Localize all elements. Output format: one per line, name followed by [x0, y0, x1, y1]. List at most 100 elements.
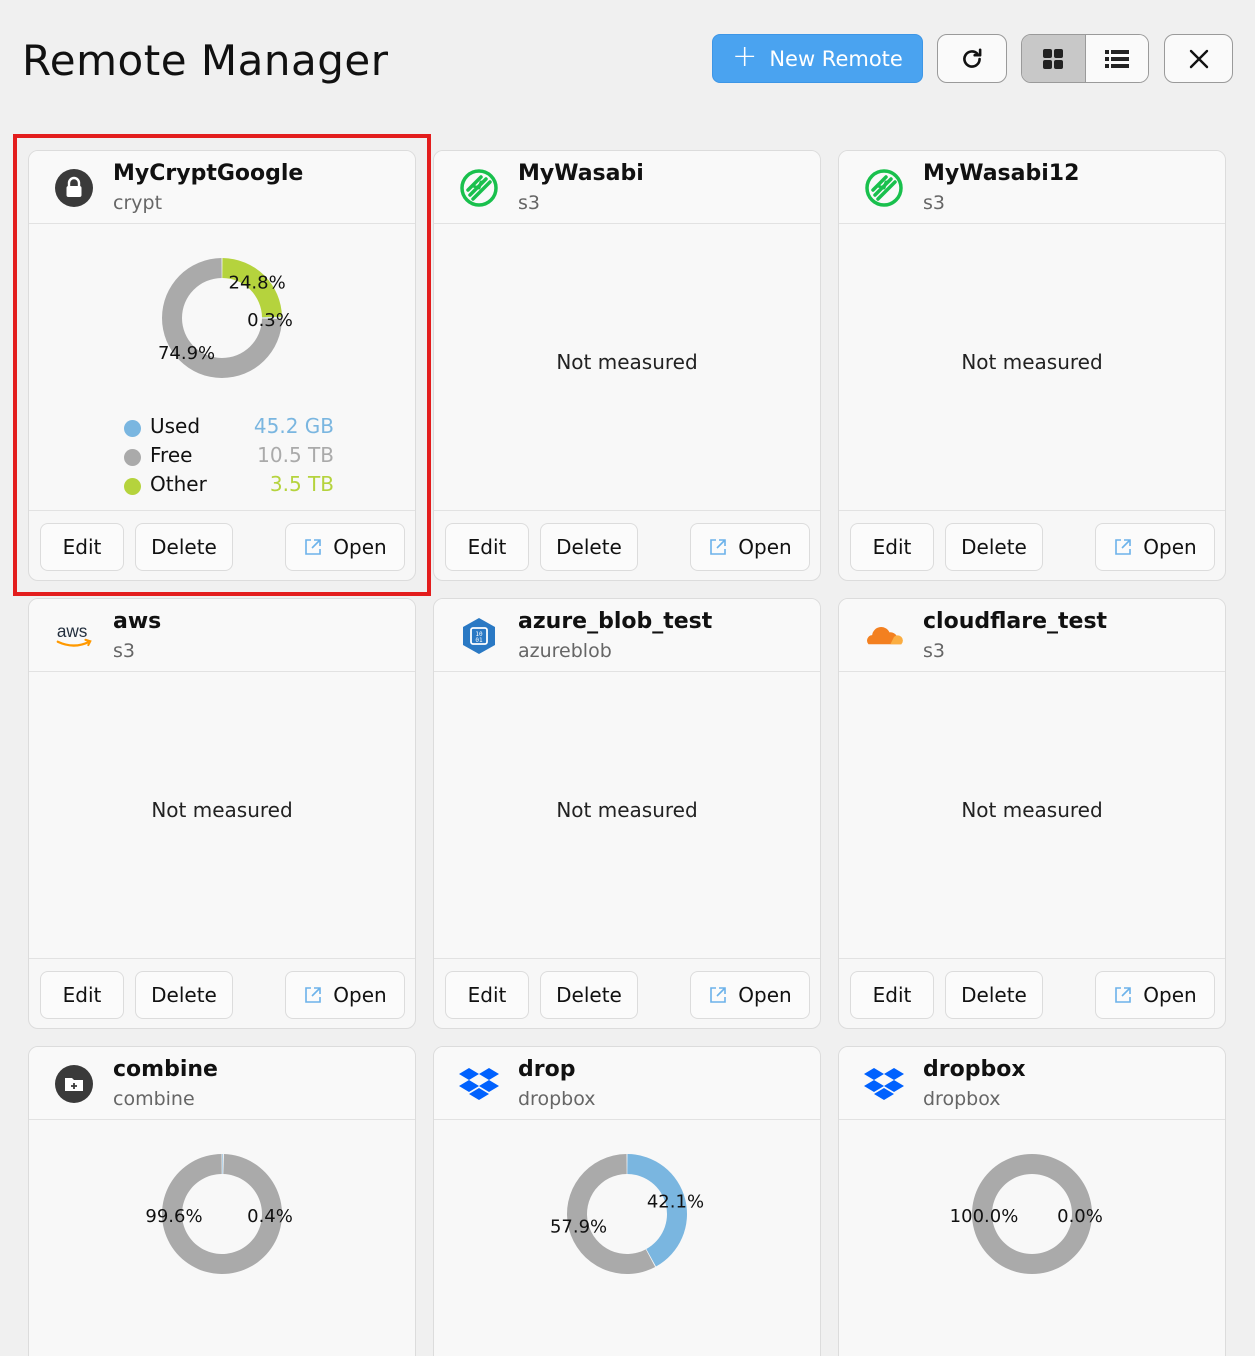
legend-dot-used: [124, 420, 141, 437]
donut-slice-used: [222, 1154, 224, 1175]
card-body: 0.3% 74.9% 24.8% Used 45.2 GB Free 10.5 TB…: [29, 224, 415, 511]
card-footer: Edit Delete Open: [839, 511, 1225, 580]
open-label: Open: [333, 983, 387, 1007]
remote-name: MyWasabi: [518, 161, 644, 186]
card-header: MyWasabi s3: [434, 151, 820, 224]
remote-card: combine combine 0.4% 99.6%: [28, 1046, 416, 1356]
donut-label-free: 74.9%: [158, 343, 215, 364]
open-label: Open: [1143, 535, 1197, 559]
open-button[interactable]: Open: [1095, 523, 1215, 571]
card-footer: Edit Delete Open: [839, 959, 1225, 1028]
edit-button[interactable]: Edit: [40, 971, 124, 1019]
donut-label-free: 100.0%: [950, 1206, 1019, 1227]
new-remote-button[interactable]: + New Remote: [712, 34, 923, 83]
refresh-icon: [963, 47, 982, 68]
edit-button[interactable]: Edit: [40, 523, 124, 571]
azure-blob-icon: 10 01: [458, 615, 500, 657]
legend-dot-free: [124, 449, 141, 466]
card-body: 0.0% 100.0%: [839, 1120, 1225, 1356]
edit-button[interactable]: Edit: [850, 523, 934, 571]
open-button[interactable]: Open: [690, 523, 810, 571]
card-header: aws aws s3: [29, 599, 415, 672]
legend-row-used: Used 45.2 GB: [124, 414, 334, 443]
remote-card: dropbox dropbox 0.0% 100.0%: [838, 1046, 1226, 1356]
remote-type: combine: [113, 1088, 195, 1110]
new-remote-label: New Remote: [769, 46, 903, 71]
remote-type: azureblob: [518, 640, 612, 662]
folder-add-icon: [53, 1063, 95, 1105]
remote-type: s3: [923, 192, 945, 214]
open-button[interactable]: Open: [285, 523, 405, 571]
not-measured-label: Not measured: [961, 350, 1103, 374]
edit-button[interactable]: Edit: [445, 971, 529, 1019]
usage-donut-chart: 0.0% 100.0%: [950, 1154, 1103, 1274]
donut-label-used: 42.1%: [647, 1192, 704, 1213]
legend-value: 3.5 TB: [269, 472, 334, 496]
card-header: MyWasabi12 s3: [839, 151, 1225, 224]
external-link-icon: [1115, 987, 1132, 1003]
external-link-icon: [1115, 539, 1132, 555]
close-button[interactable]: [1164, 34, 1233, 83]
remote-type: crypt: [113, 192, 163, 214]
delete-button[interactable]: Delete: [135, 523, 233, 571]
view-toggle: [1021, 34, 1149, 83]
remote-card: cloudflare_test s3 Not measured Edit Del…: [838, 598, 1226, 1029]
remote-name: cloudflare_test: [923, 609, 1108, 634]
close-icon: [1189, 49, 1208, 68]
usage-donut-chart: 0.3% 74.9% 24.8%: [158, 258, 293, 378]
page-title: Remote Manager: [22, 36, 389, 85]
card-body: Not measured: [839, 224, 1225, 511]
delete-button[interactable]: Delete: [135, 971, 233, 1019]
legend-row-free: Free 10.5 TB: [124, 443, 334, 472]
donut-label-used: 0.0%: [1057, 1206, 1103, 1227]
delete-button[interactable]: Delete: [945, 523, 1043, 571]
wasabi-icon: [458, 167, 500, 209]
remote-card: MyWasabi12 s3 Not measured Edit Delete O…: [838, 150, 1226, 581]
remote-name: combine: [113, 1057, 218, 1082]
open-button[interactable]: Open: [1095, 971, 1215, 1019]
grid-view-button[interactable]: [1022, 35, 1086, 82]
donut-label-free: 99.6%: [145, 1206, 202, 1227]
open-label: Open: [1143, 983, 1197, 1007]
open-button[interactable]: Open: [690, 971, 810, 1019]
card-footer: Edit Delete Open: [29, 959, 415, 1028]
grid-icon: [1043, 48, 1064, 69]
delete-button[interactable]: Delete: [540, 971, 638, 1019]
card-body: 0.4% 99.6%: [29, 1120, 415, 1356]
legend-dot-other: [124, 478, 141, 495]
external-link-icon: [305, 539, 322, 555]
card-header: combine combine: [29, 1047, 415, 1120]
remote-name: azure_blob_test: [518, 609, 713, 634]
dropbox-icon: [863, 1063, 905, 1105]
card-header: 10 01 azure_blob_test azureblob: [434, 599, 820, 672]
open-label: Open: [333, 535, 387, 559]
remote-name: MyCryptGoogle: [113, 161, 304, 186]
aws-icon: aws: [53, 615, 95, 657]
card-footer: Edit Delete Open: [29, 511, 415, 580]
edit-button[interactable]: Edit: [445, 523, 529, 571]
list-view-button[interactable]: [1085, 35, 1148, 82]
not-measured-label: Not measured: [961, 798, 1103, 822]
donut-label-other: 24.8%: [229, 272, 286, 293]
wasabi-icon: [863, 167, 905, 209]
delete-button[interactable]: Delete: [945, 971, 1043, 1019]
remote-type: dropbox: [518, 1088, 596, 1110]
card-header: drop dropbox: [434, 1047, 820, 1120]
open-label: Open: [738, 535, 792, 559]
delete-button[interactable]: Delete: [540, 523, 638, 571]
not-measured-label: Not measured: [556, 350, 698, 374]
usage-legend: Used 45.2 GB Free 10.5 TB Other 3.5 TB: [124, 414, 334, 501]
dropbox-icon: [458, 1063, 500, 1105]
cloudflare-icon: [863, 615, 905, 657]
external-link-icon: [305, 987, 322, 1003]
edit-button[interactable]: Edit: [850, 971, 934, 1019]
usage-donut-chart: 42.1% 57.9%: [550, 1154, 704, 1274]
legend-label: Used: [150, 414, 201, 438]
remote-card: 10 01 azure_blob_test azureblob Not measu…: [433, 598, 821, 1029]
donut-label-free: 57.9%: [550, 1216, 607, 1237]
svg-text:01: 01: [475, 637, 483, 644]
refresh-button[interactable]: [937, 34, 1007, 83]
external-link-icon: [710, 987, 727, 1003]
remote-type: s3: [113, 640, 135, 662]
open-button[interactable]: Open: [285, 971, 405, 1019]
